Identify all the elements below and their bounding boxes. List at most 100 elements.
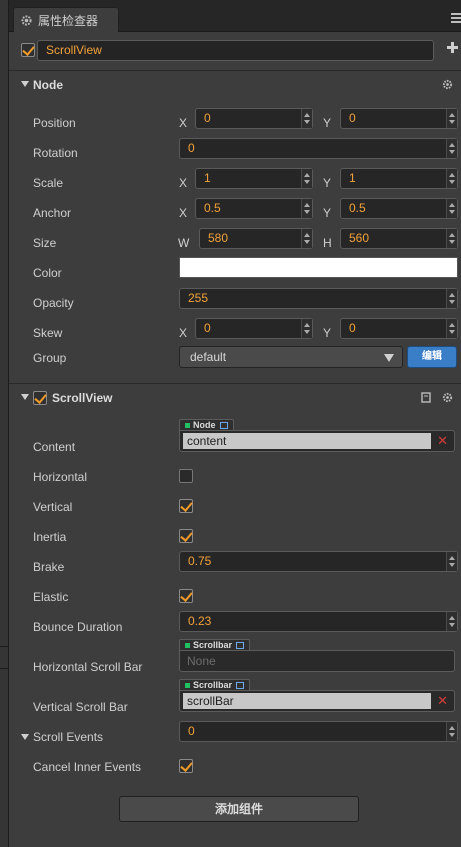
scroll-events-row: Scroll Events 0 — [9, 721, 461, 752]
add-icon[interactable] — [447, 42, 458, 53]
color-swatch[interactable] — [179, 257, 458, 278]
opacity-label: Opacity — [33, 296, 74, 310]
axis-x-label: X — [179, 176, 188, 190]
cancel-inner-checkbox[interactable] — [179, 759, 193, 773]
inspector-panel: ScrollView Node Position X 0 Y 0 Rotatio… — [9, 32, 461, 847]
link-icon[interactable] — [236, 682, 245, 689]
bounce-duration-row: Bounce Duration 0.23 — [9, 611, 461, 642]
scrollview-section-title: ScrollView — [52, 391, 113, 405]
stepper-icon[interactable] — [446, 169, 457, 188]
rotation-input[interactable]: 0 — [179, 138, 458, 159]
left-panel-strip — [0, 0, 9, 847]
stepper-icon[interactable] — [446, 199, 457, 218]
vertical-label: Vertical — [33, 500, 73, 514]
stepper-icon[interactable] — [446, 319, 457, 338]
inertia-checkbox[interactable] — [179, 529, 193, 543]
collapse-icon[interactable] — [21, 734, 29, 740]
tab-inspector[interactable]: 属性检查器 — [13, 7, 119, 32]
opacity-row: Opacity 255 — [9, 288, 461, 318]
help-book-icon[interactable] — [421, 392, 431, 403]
scroll-events-label: Scroll Events — [33, 730, 104, 744]
axis-y-label: Y — [323, 326, 332, 340]
skew-x-input[interactable]: 0 — [195, 318, 313, 339]
h-scrollbar-ref-field[interactable]: Scrollbar None — [179, 639, 455, 673]
opacity-input[interactable]: 255 — [179, 288, 458, 309]
v-scrollbar-value: scrollBar — [183, 693, 431, 709]
remove-icon[interactable]: ✕ — [437, 693, 448, 709]
bounce-duration-input[interactable]: 0.23 — [179, 611, 458, 632]
brake-input[interactable]: 0.75 — [179, 551, 458, 572]
rotation-label: Rotation — [33, 146, 78, 160]
vertical-checkbox[interactable] — [179, 499, 193, 513]
v-scrollbar-label: Vertical Scroll Bar — [33, 700, 128, 714]
stepper-icon[interactable] — [446, 229, 457, 248]
brake-label: Brake — [33, 560, 65, 574]
skew-y-input[interactable]: 0 — [340, 318, 458, 339]
axis-y-label: Y — [323, 176, 332, 190]
stepper-icon[interactable] — [446, 139, 457, 158]
scrollview-section-header[interactable]: ScrollView — [9, 385, 461, 411]
node-section-header[interactable]: Node — [9, 72, 461, 98]
stepper-icon[interactable] — [446, 612, 457, 631]
scale-x-input[interactable]: 1 — [195, 168, 313, 189]
skew-label: Skew — [33, 326, 63, 340]
link-icon[interactable] — [236, 642, 245, 649]
group-edit-button[interactable]: 编辑 — [407, 346, 457, 368]
position-y-input[interactable]: 0 — [340, 108, 458, 129]
anchor-y-input[interactable]: 0.5 — [340, 198, 458, 219]
cancel-inner-row: Cancel Inner Events — [9, 752, 461, 782]
stepper-icon[interactable] — [301, 229, 312, 248]
color-label: Color — [33, 266, 62, 280]
link-icon[interactable] — [219, 422, 228, 429]
collapse-icon[interactable] — [21, 394, 29, 400]
elastic-checkbox[interactable] — [179, 589, 193, 603]
size-label: Size — [33, 236, 57, 250]
axis-w-label: W — [178, 236, 190, 250]
stepper-icon[interactable] — [446, 289, 457, 308]
collapse-icon[interactable] — [21, 81, 29, 87]
entity-active-checkbox[interactable] — [21, 43, 35, 57]
axis-y-label: Y — [323, 206, 332, 220]
scale-row: Scale X 1 Y 1 — [9, 168, 461, 198]
stepper-icon[interactable] — [446, 722, 457, 741]
group-label: Group — [33, 351, 67, 365]
scale-label: Scale — [33, 176, 64, 190]
group-select[interactable]: default — [179, 346, 403, 368]
dropdown-arrow-icon — [384, 354, 394, 362]
add-component-button[interactable]: 添加组件 — [119, 796, 359, 822]
stepper-icon[interactable] — [301, 109, 312, 128]
remove-icon[interactable]: ✕ — [437, 433, 448, 449]
entity-name-field[interactable]: ScrollView — [37, 40, 434, 61]
vertical-row: Vertical — [9, 492, 461, 522]
size-h-input[interactable]: 560 — [340, 228, 458, 249]
anchor-x-input[interactable]: 0.5 — [195, 198, 313, 219]
stepper-icon[interactable] — [301, 319, 312, 338]
inertia-row: Inertia — [9, 522, 461, 552]
stepper-icon[interactable] — [301, 169, 312, 188]
stepper-icon[interactable] — [446, 109, 457, 128]
axis-h-label: H — [323, 236, 332, 250]
inertia-label: Inertia — [33, 530, 67, 544]
node-settings-gear-icon[interactable] — [442, 79, 453, 90]
elastic-row: Elastic — [9, 582, 461, 612]
axis-x-label: X — [179, 206, 188, 220]
axis-x-label: X — [179, 326, 188, 340]
scrollview-settings-gear-icon[interactable] — [442, 392, 453, 403]
horizontal-label: Horizontal — [33, 470, 88, 484]
anchor-label: Anchor — [33, 206, 72, 220]
scroll-events-input[interactable]: 0 — [179, 721, 458, 742]
panel-menu-icon[interactable] — [451, 13, 461, 23]
tab-title: 属性检查器 — [38, 13, 99, 28]
h-scrollbar-value: None — [187, 654, 216, 668]
stepper-icon[interactable] — [301, 199, 312, 218]
scrollview-enabled-checkbox[interactable] — [33, 391, 47, 405]
v-scrollbar-ref-field[interactable]: Scrollbar scrollBar ✕ — [179, 679, 455, 713]
content-ref-field[interactable]: Node content ✕ — [179, 419, 455, 453]
size-w-input[interactable]: 580 — [199, 228, 313, 249]
position-label: Position — [33, 116, 76, 130]
horizontal-checkbox[interactable] — [179, 469, 193, 483]
position-x-input[interactable]: 0 — [195, 108, 313, 129]
stepper-icon[interactable] — [446, 552, 457, 571]
scale-y-input[interactable]: 1 — [340, 168, 458, 189]
gear-icon — [21, 14, 32, 26]
